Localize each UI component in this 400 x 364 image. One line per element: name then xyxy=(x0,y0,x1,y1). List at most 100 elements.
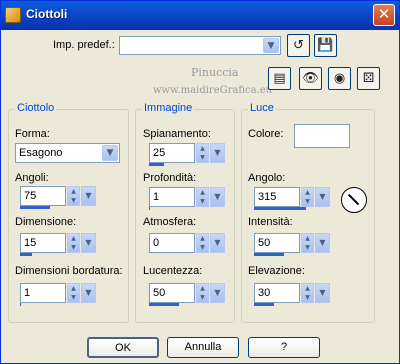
angoli-input[interactable]: 75 xyxy=(20,186,66,206)
forma-value: Esagono xyxy=(19,147,63,159)
colore-label: Colore: xyxy=(248,128,284,140)
group-title-luce: Luce xyxy=(248,102,276,114)
intensita-spinner[interactable]: ▲ ▼ xyxy=(301,233,314,253)
elevazione-spinner[interactable]: ▲ ▼ xyxy=(301,283,314,303)
angolo-value: 315 xyxy=(258,191,277,203)
spianamento-input[interactable]: 25 xyxy=(149,143,195,163)
chevron-down-icon[interactable]: ▼ xyxy=(81,186,96,206)
chevron-down-icon[interactable]: ▼ xyxy=(315,283,330,303)
spianamento-spinner[interactable]: ▲ ▼ xyxy=(196,143,209,163)
dimensione-input[interactable]: 15 xyxy=(20,233,66,253)
angoli-label: Angoli: xyxy=(15,172,49,184)
profondita-field[interactable]: 1 ▲ ▼ ▼ xyxy=(149,187,227,210)
intensita-label: Intensità: xyxy=(248,216,293,228)
profondita-input[interactable]: 1 xyxy=(149,187,195,207)
app-icon xyxy=(5,7,21,23)
chevron-down-icon[interactable]: ▼ xyxy=(210,283,225,303)
chevron-down-icon[interactable]: ▼ xyxy=(315,233,330,253)
lucentezza-bar[interactable] xyxy=(149,303,179,306)
angolo-spinner[interactable]: ▲ ▼ xyxy=(301,187,314,207)
bordatura-value: 1 xyxy=(24,287,31,299)
bordatura-input[interactable]: 1 xyxy=(20,283,66,303)
dimensione-label: Dimensione: xyxy=(15,216,77,228)
preset-label: Imp. predef.: xyxy=(53,39,115,51)
dimensione-value: 15 xyxy=(24,237,37,249)
ok-button[interactable]: OK xyxy=(87,337,159,358)
angolo-field[interactable]: 315 ▲ ▼ ▼ xyxy=(254,187,332,210)
group-title-ciottolo: Ciottolo xyxy=(15,102,57,114)
angoli-field[interactable]: 75 ▲ ▼ ▼ xyxy=(20,186,98,209)
bordatura-label: Dimensioni bordatura: xyxy=(15,265,123,277)
elevazione-input[interactable]: 30 xyxy=(254,283,300,303)
reset-preset-button[interactable]: ↺ xyxy=(287,34,310,57)
forma-select[interactable]: Esagono ▼ xyxy=(15,143,120,163)
elevazione-field[interactable]: 30 ▲ ▼ ▼ xyxy=(254,283,332,306)
spianamento-bar[interactable] xyxy=(149,163,164,166)
profondita-label: Profondità: xyxy=(143,172,197,184)
cancel-button[interactable]: Annulla xyxy=(167,337,239,358)
intensita-field[interactable]: 50 ▲ ▼ ▼ xyxy=(254,233,332,256)
atmosfera-value: 0 xyxy=(153,237,160,249)
help-button[interactable]: ? xyxy=(248,337,320,358)
dice-icon: ⚄ xyxy=(362,71,375,86)
proof-button[interactable]: 👁 xyxy=(299,67,322,90)
chevron-down-icon[interactable]: ▼ xyxy=(263,38,279,53)
lucentezza-spinner[interactable]: ▲ ▼ xyxy=(196,283,209,303)
profondita-spinner[interactable]: ▲ ▼ xyxy=(196,187,209,207)
atmosfera-label: Atmosfera: xyxy=(143,216,197,228)
eye-icon: ◉ xyxy=(333,71,346,86)
intensita-bar[interactable] xyxy=(254,253,284,256)
bordatura-bar[interactable] xyxy=(20,303,22,306)
intensita-input[interactable]: 50 xyxy=(254,233,300,253)
dimensione-field[interactable]: 15 ▲ ▼ ▼ xyxy=(20,233,98,256)
title-bar[interactable]: Ciottoli ✕ xyxy=(1,1,399,30)
angolo-input[interactable]: 315 xyxy=(254,187,300,207)
bordatura-field[interactable]: 1 ▲ ▼ ▼ xyxy=(20,283,98,306)
angolo-label: Angolo: xyxy=(248,172,286,184)
lucentezza-label: Lucentezza: xyxy=(143,265,203,277)
atmosfera-field[interactable]: 0 ▲ ▼ ▼ xyxy=(149,233,227,255)
chevron-down-icon[interactable]: ▼ xyxy=(315,187,330,207)
eye-icon: 👁 xyxy=(302,71,319,86)
preset-combo[interactable]: ▼ xyxy=(119,36,281,55)
color-swatch[interactable] xyxy=(294,124,350,148)
chevron-down-icon[interactable]: ▼ xyxy=(210,187,225,207)
dimensione-bar[interactable] xyxy=(20,253,32,256)
auto-proof-button[interactable]: ◉ xyxy=(328,67,351,90)
save-preset-button[interactable]: 💾 xyxy=(314,34,337,57)
angoli-value: 75 xyxy=(24,190,37,202)
spianamento-value: 25 xyxy=(153,147,166,159)
atmosfera-input[interactable]: 0 xyxy=(149,233,195,253)
close-button[interactable]: ✕ xyxy=(373,4,395,26)
profondita-value: 1 xyxy=(153,191,160,203)
preview-toggle-button[interactable]: ▤ xyxy=(268,67,291,90)
chevron-down-icon[interactable]: ▼ xyxy=(81,233,96,253)
angolo-bar[interactable] xyxy=(254,207,307,210)
lucentezza-field[interactable]: 50 ▲ ▼ ▼ xyxy=(149,283,227,306)
group-title-immagine: Immagine xyxy=(142,102,195,114)
intensita-value: 50 xyxy=(258,237,271,249)
bordatura-spinner[interactable]: ▲ ▼ xyxy=(67,283,80,303)
randomize-button[interactable]: ⚄ xyxy=(357,67,380,90)
angoli-bar[interactable] xyxy=(20,206,50,209)
profondita-bar[interactable] xyxy=(149,207,151,210)
window-title: Ciottoli xyxy=(26,7,68,21)
atmosfera-spinner[interactable]: ▲ ▼ xyxy=(196,233,209,253)
watermark-site: www.maidireGrafica.eu xyxy=(153,85,273,96)
chevron-down-icon[interactable]: ▼ xyxy=(210,143,225,163)
elevazione-bar[interactable] xyxy=(254,303,274,306)
angoli-spinner[interactable]: ▲ ▼ xyxy=(67,186,80,206)
reset-icon: ↺ xyxy=(293,38,304,53)
lucentezza-input[interactable]: 50 xyxy=(149,283,195,303)
chevron-down-icon[interactable]: ▼ xyxy=(102,145,118,161)
chevron-down-icon[interactable]: ▼ xyxy=(81,283,96,303)
save-icon: 💾 xyxy=(317,38,334,53)
spianamento-label: Spianamento: xyxy=(143,128,211,140)
spianamento-field[interactable]: 25 ▲ ▼ ▼ xyxy=(149,143,227,166)
dimensione-spinner[interactable]: ▲ ▼ xyxy=(67,233,80,253)
angle-dial[interactable] xyxy=(341,187,367,213)
forma-label: Forma: xyxy=(15,128,50,140)
chevron-down-icon[interactable]: ▼ xyxy=(210,233,225,253)
dialog-window: Ciottoli ✕ Imp. predef.: ▼ ↺ 💾 Pinuccia … xyxy=(0,0,400,364)
preview-icon: ▤ xyxy=(273,71,286,86)
